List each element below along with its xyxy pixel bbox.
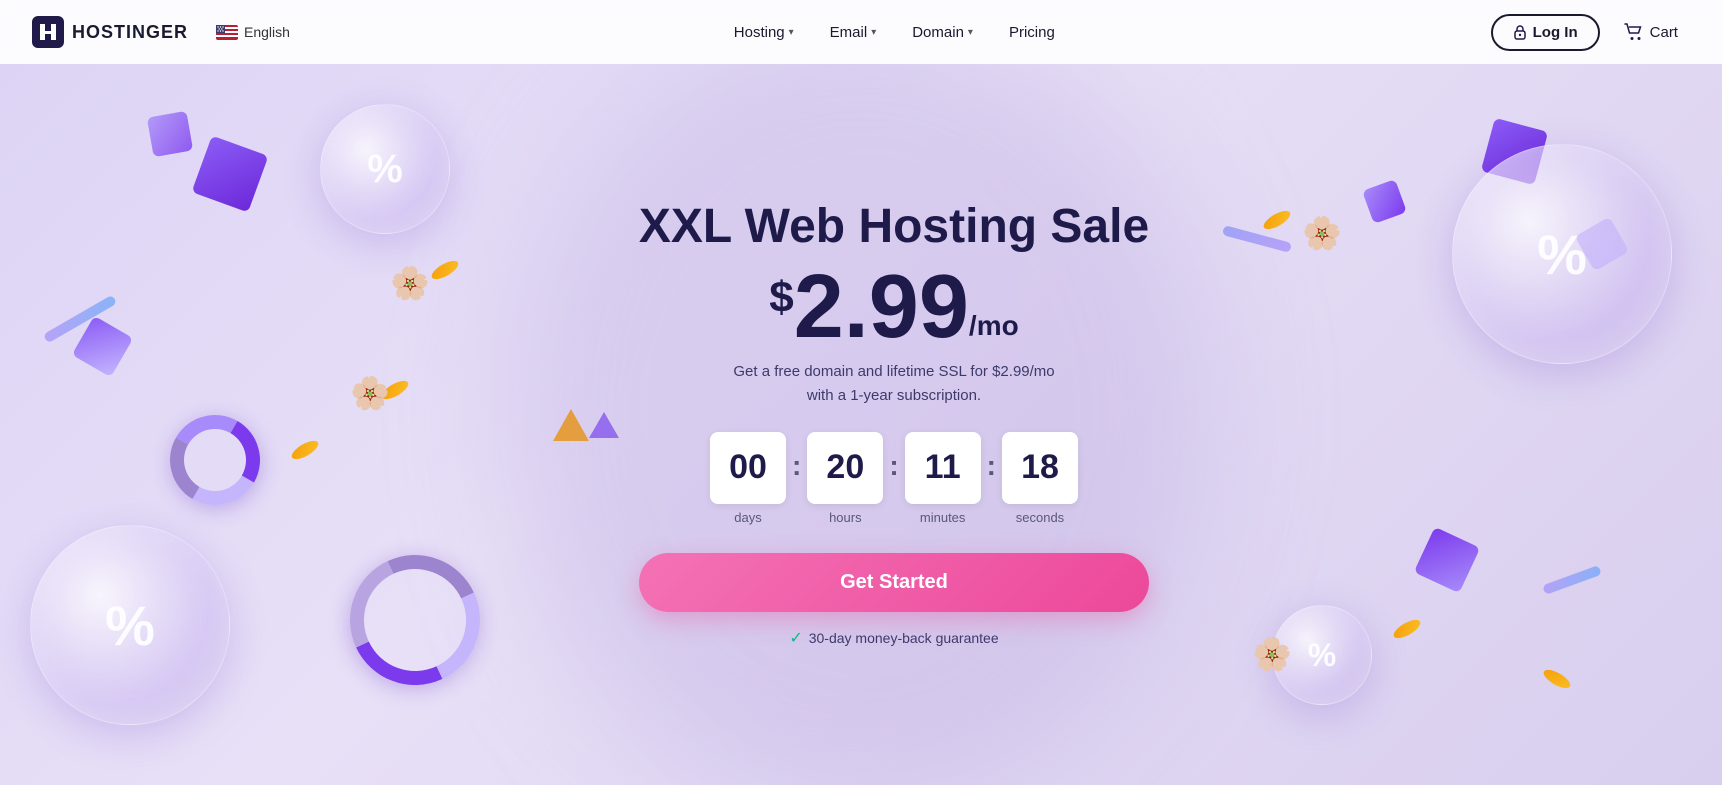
days-value: 00 bbox=[710, 432, 786, 504]
countdown-separator: : bbox=[792, 450, 801, 482]
hero-price: $ 2.99 /mo bbox=[639, 262, 1149, 352]
deco-petal bbox=[289, 437, 321, 462]
lock-icon bbox=[1513, 24, 1527, 40]
deco-stick bbox=[1542, 565, 1602, 595]
deco-cube bbox=[72, 316, 133, 377]
main-nav: Hosting ▾ Email ▾ Domain ▾ Pricing bbox=[720, 16, 1069, 49]
deco-cube bbox=[192, 136, 269, 213]
deco-petal bbox=[1391, 616, 1423, 641]
flag-icon bbox=[216, 25, 238, 40]
deco-stick bbox=[1222, 225, 1292, 253]
navbar-right: Log In Cart bbox=[1491, 14, 1690, 51]
language-label: English bbox=[244, 24, 290, 40]
navbar: HOSTINGER English Hosting bbox=[0, 0, 1722, 64]
deco-petal bbox=[1261, 207, 1293, 232]
seconds-label: seconds bbox=[1016, 510, 1064, 525]
nav-item-domain[interactable]: Domain ▾ bbox=[898, 16, 987, 49]
cart-icon bbox=[1624, 23, 1644, 41]
logo-icon bbox=[32, 16, 64, 48]
hero-content: XXL Web Hosting Sale $ 2.99 /mo Get a fr… bbox=[619, 201, 1169, 648]
deco-petal bbox=[1541, 666, 1573, 691]
logo-link[interactable]: HOSTINGER bbox=[32, 16, 188, 48]
days-label: days bbox=[734, 510, 761, 525]
get-started-button[interactable]: Get Started bbox=[639, 553, 1149, 612]
deco-percent-ball: % bbox=[30, 525, 230, 725]
checkmark-icon: ✓ bbox=[789, 628, 802, 648]
login-button[interactable]: Log In bbox=[1491, 14, 1600, 51]
minutes-value: 11 bbox=[905, 432, 981, 504]
countdown-hours: 20 hours bbox=[807, 432, 883, 525]
hero-section: % % % % XXL Web Hosting Sale $ 2.99 /mo … bbox=[0, 64, 1722, 785]
language-selector[interactable]: English bbox=[208, 20, 298, 44]
nav-item-email[interactable]: Email ▾ bbox=[816, 16, 891, 49]
nav-item-pricing[interactable]: Pricing bbox=[995, 16, 1069, 49]
deco-flower bbox=[1252, 635, 1302, 685]
deco-flower bbox=[350, 374, 400, 424]
seconds-value: 18 bbox=[1002, 432, 1078, 504]
chevron-down-icon: ▾ bbox=[968, 27, 973, 38]
hero-subtitle: Get a free domain and lifetime SSL for $… bbox=[639, 360, 1149, 408]
deco-cube bbox=[147, 111, 193, 157]
deco-ring bbox=[332, 537, 499, 704]
price-suffix: /mo bbox=[969, 312, 1019, 340]
chevron-down-icon: ▾ bbox=[789, 27, 794, 38]
deco-percent-ball: % bbox=[1452, 144, 1672, 364]
logo-text: HOSTINGER bbox=[72, 22, 188, 43]
price-main-value: 2.99 bbox=[794, 262, 969, 352]
deco-flower bbox=[1302, 214, 1352, 264]
navbar-left: HOSTINGER English bbox=[32, 16, 298, 48]
countdown-separator: : bbox=[889, 450, 898, 482]
chevron-down-icon: ▾ bbox=[871, 27, 876, 38]
minutes-label: minutes bbox=[920, 510, 966, 525]
login-label: Log In bbox=[1533, 24, 1578, 41]
nav-item-hosting[interactable]: Hosting ▾ bbox=[720, 16, 808, 49]
deco-ring bbox=[160, 405, 270, 515]
countdown-timer: 00 days : 20 hours : 11 minutes : 18 sec… bbox=[639, 432, 1149, 525]
hours-value: 20 bbox=[807, 432, 883, 504]
countdown-separator: : bbox=[987, 450, 996, 482]
countdown-seconds: 18 seconds bbox=[1002, 432, 1078, 525]
hero-title: XXL Web Hosting Sale bbox=[639, 201, 1149, 254]
deco-flower bbox=[390, 264, 440, 314]
cart-label: Cart bbox=[1650, 24, 1678, 41]
hours-label: hours bbox=[829, 510, 862, 525]
cart-button[interactable]: Cart bbox=[1612, 15, 1690, 49]
deco-percent-ball: % bbox=[320, 104, 450, 234]
deco-cube bbox=[1362, 179, 1407, 224]
countdown-days: 00 days bbox=[710, 432, 786, 525]
guarantee-text: ✓ 30-day money-back guarantee bbox=[639, 628, 1149, 648]
deco-cube bbox=[1414, 527, 1480, 593]
price-dollar-sign: $ bbox=[769, 276, 793, 320]
guarantee-label: 30-day money-back guarantee bbox=[809, 630, 999, 646]
countdown-minutes: 11 minutes bbox=[905, 432, 981, 525]
